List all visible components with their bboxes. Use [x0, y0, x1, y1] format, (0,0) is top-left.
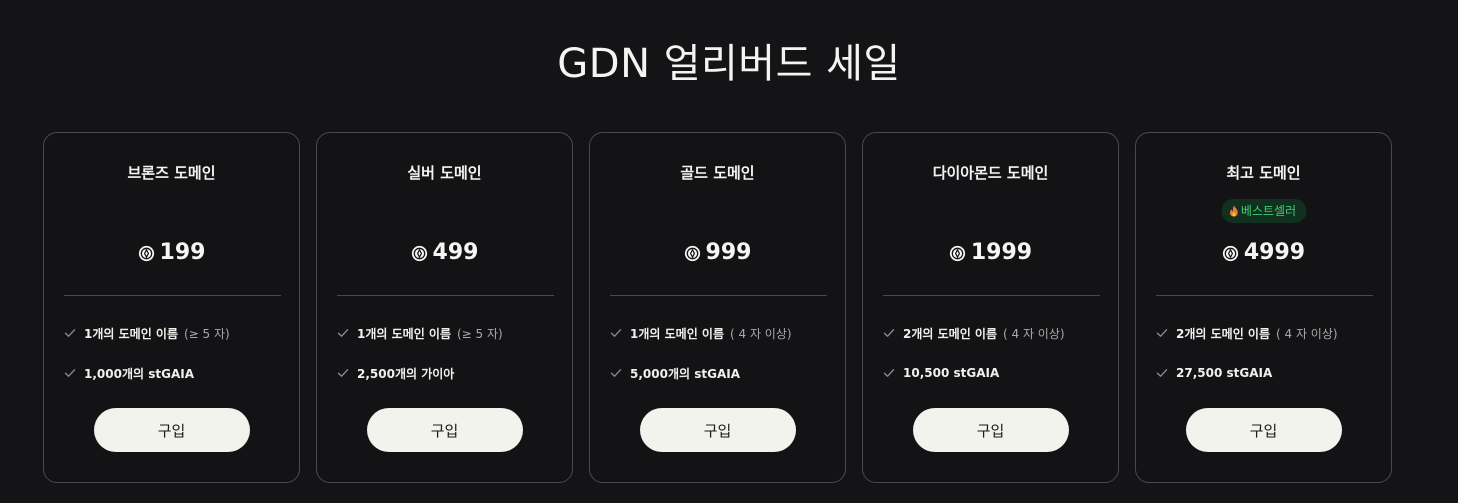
feature-text: 1개의 도메인 이름: [630, 326, 724, 341]
pricing-card-silver: 실버 도메인 499 1개의 도메인 이름 (≥ 5 자) 2,500개의 가이…: [316, 132, 573, 483]
feature-item: 1개의 도메인 이름 (≥ 5 자): [64, 323, 289, 343]
feature-text: 10,500 stGAIA: [903, 366, 1000, 380]
buy-button-silver[interactable]: 구입: [366, 408, 523, 452]
bestseller-badge: 베스트셀러: [1220, 199, 1307, 223]
page-title: GDN 얼리버드 세일: [557, 41, 901, 87]
price-value: 999: [705, 240, 752, 265]
card-title: 다이아몬드 도메인: [932, 164, 1049, 182]
coin-icon: [1222, 245, 1239, 262]
feature-text: 1개의 도메인 이름: [357, 326, 451, 341]
feature-text: 5,000개의 stGAIA: [630, 366, 740, 381]
feature-item: 10,500 stGAIA: [883, 363, 1108, 383]
pricing-card-premium: 최고 도메인 베스트셀러 4999 2개의 도메인 이름 ( 4 자 이상) 2…: [1135, 132, 1392, 483]
check-icon: [883, 367, 895, 379]
price: 499: [317, 239, 572, 267]
coin-icon: [411, 245, 428, 262]
buy-button-bronze[interactable]: 구입: [93, 408, 250, 452]
check-icon: [64, 327, 76, 339]
pricing-card-diamond: 다이아몬드 도메인 1999 2개의 도메인 이름 ( 4 자 이상) 10,5…: [862, 132, 1119, 483]
feature-note: ( 4 자 이상): [1276, 326, 1338, 341]
feature-list: 1개의 도메인 이름 (≥ 5 자) 1,000개의 stGAIA: [64, 323, 289, 403]
check-icon: [610, 327, 622, 339]
price-value: 199: [159, 240, 206, 265]
price-value: 499: [432, 240, 479, 265]
feature-text: 2개의 도메인 이름: [903, 326, 997, 341]
early-bird-sale-page: GDN 얼리버드 세일 브론즈 도메인 199 1개의 도메인 이름 (≥ 5 …: [0, 0, 1458, 503]
divider: [337, 295, 554, 296]
check-icon: [610, 367, 622, 379]
coin-icon: [684, 245, 701, 262]
feature-item: 2개의 도메인 이름 ( 4 자 이상): [1156, 323, 1381, 343]
buy-button-diamond[interactable]: 구입: [912, 408, 1069, 452]
feature-item: 1,000개의 stGAIA: [64, 363, 289, 383]
buy-button-premium[interactable]: 구입: [1185, 408, 1342, 452]
fire-icon: [1229, 205, 1238, 217]
buy-button-gold[interactable]: 구입: [639, 408, 796, 452]
card-title: 브론즈 도메인: [127, 164, 216, 182]
feature-note: ( 4 자 이상): [730, 326, 792, 341]
feature-text: 2개의 도메인 이름: [1176, 326, 1270, 341]
feature-text: 1개의 도메인 이름: [84, 326, 178, 341]
feature-item: 2,500개의 가이아: [337, 363, 562, 383]
price-value: 4999: [1243, 240, 1306, 265]
price: 199: [44, 239, 299, 267]
feature-list: 1개의 도메인 이름 (≥ 5 자) 2,500개의 가이아: [337, 323, 562, 403]
badge-label: 베스트셀러: [1240, 204, 1297, 218]
feature-note: (≥ 5 자): [184, 326, 230, 341]
check-icon: [883, 327, 895, 339]
price: 999: [590, 239, 845, 267]
pricing-card-gold: 골드 도메인 999 1개의 도메인 이름 ( 4 자 이상) 5,000개의 …: [589, 132, 846, 483]
divider: [1156, 295, 1373, 296]
feature-text: 1,000개의 stGAIA: [84, 366, 194, 381]
feature-note: (≥ 5 자): [457, 326, 503, 341]
feature-item: 5,000개의 stGAIA: [610, 363, 835, 383]
check-icon: [337, 367, 349, 379]
price-value: 1999: [970, 240, 1033, 265]
check-icon: [1156, 367, 1168, 379]
card-title: 최고 도메인: [1226, 164, 1301, 182]
pricing-card-bronze: 브론즈 도메인 199 1개의 도메인 이름 (≥ 5 자) 1,000개의 s…: [43, 132, 300, 483]
feature-text: 27,500 stGAIA: [1176, 366, 1273, 380]
feature-list: 2개의 도메인 이름 ( 4 자 이상) 10,500 stGAIA: [883, 323, 1108, 403]
divider: [610, 295, 827, 296]
feature-item: 1개의 도메인 이름 ( 4 자 이상): [610, 323, 835, 343]
feature-item: 2개의 도메인 이름 ( 4 자 이상): [883, 323, 1108, 343]
feature-item: 1개의 도메인 이름 (≥ 5 자): [337, 323, 562, 343]
feature-item: 27,500 stGAIA: [1156, 363, 1381, 383]
price: 1999: [863, 239, 1118, 267]
pricing-cards: 브론즈 도메인 199 1개의 도메인 이름 (≥ 5 자) 1,000개의 s…: [43, 132, 1392, 483]
coin-icon: [138, 245, 155, 262]
coin-icon: [949, 245, 966, 262]
card-title: 실버 도메인: [407, 164, 482, 182]
divider: [64, 295, 281, 296]
feature-text: 2,500개의 가이아: [357, 366, 455, 381]
feature-note: ( 4 자 이상): [1003, 326, 1065, 341]
feature-list: 1개의 도메인 이름 ( 4 자 이상) 5,000개의 stGAIA: [610, 323, 835, 403]
card-title: 골드 도메인: [680, 164, 755, 182]
price: 4999: [1136, 239, 1391, 267]
check-icon: [337, 327, 349, 339]
divider: [883, 295, 1100, 296]
check-icon: [64, 367, 76, 379]
check-icon: [1156, 327, 1168, 339]
feature-list: 2개의 도메인 이름 ( 4 자 이상) 27,500 stGAIA: [1156, 323, 1381, 403]
